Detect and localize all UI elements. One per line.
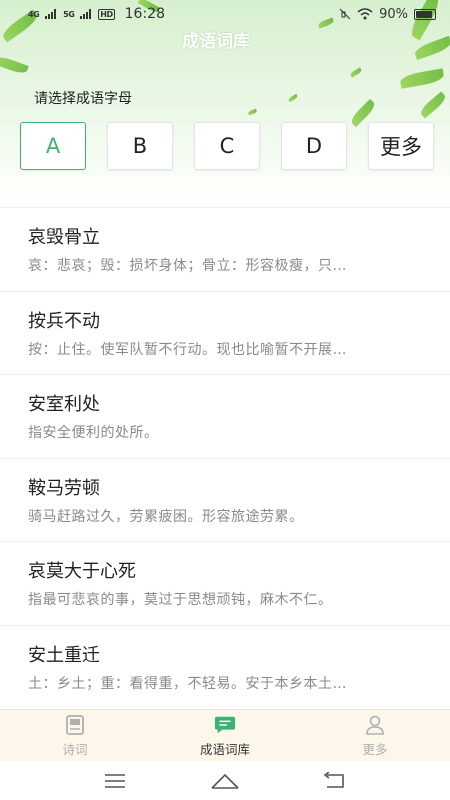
list-item[interactable]: 安土重迁 土：乡土；重：看得重，不轻易。安于本乡本土…	[0, 624, 450, 708]
idiom-description: 按：止住。使军队暂不行动。现也比喻暂不开展…	[28, 341, 347, 358]
chat-bubble-icon	[214, 714, 236, 736]
bamboo-leaf-decoration	[418, 91, 448, 119]
bamboo-leaf-decoration	[0, 54, 29, 76]
idiom-description: 哀：悲哀；毁：损坏身体；骨立：形容极瘦，只…	[28, 258, 347, 274]
bamboo-leaf-decoration	[247, 108, 258, 116]
home-icon[interactable]	[210, 769, 240, 793]
list-item[interactable]: 按兵不动 按：止住。使军队暂不行动。现也比喻暂不开展…	[0, 290, 450, 374]
wifi-icon	[357, 8, 373, 20]
page-title: 成语词库	[182, 32, 250, 52]
idiom-description: 土：乡土；重：看得重，不轻易。安于本乡本土…	[28, 675, 347, 692]
nav-item-more[interactable]: 更多	[300, 714, 450, 758]
letter-button-c[interactable]: C	[194, 122, 260, 170]
letter-prompt: 请选择成语字母	[34, 91, 132, 107]
idiom-description: 指安全便利的处所。	[28, 425, 159, 441]
battery-level	[416, 10, 433, 18]
idiom-title: 哀毁骨立	[28, 227, 100, 248]
battery-percent: 90%	[379, 6, 408, 22]
battery-icon	[414, 8, 436, 20]
clock-time: 16:28	[124, 6, 165, 22]
back-icon[interactable]	[320, 769, 350, 793]
idiom-title: 按兵不动	[28, 310, 100, 332]
hd-badge-icon: HD	[98, 8, 115, 20]
signal-bars-icon	[80, 9, 92, 19]
bamboo-leaf-decoration	[399, 68, 445, 89]
letter-picker: A B C D 更多	[20, 122, 434, 170]
book-icon	[64, 714, 86, 736]
nav-item-poetry[interactable]: 诗词	[0, 714, 150, 758]
user-icon	[364, 714, 386, 736]
nav-label: 成语词库	[199, 741, 250, 757]
signal-4g-icon: 4G	[28, 9, 40, 19]
status-right: 90%	[339, 7, 436, 22]
nav-label: 诗词	[62, 741, 88, 757]
idiom-title: 安土重迁	[28, 644, 100, 666]
mute-icon	[339, 8, 351, 20]
menu-icon[interactable]	[100, 769, 130, 793]
bamboo-leaf-decoration	[287, 93, 299, 103]
list-item[interactable]: 安室利处 指安全便利的处所。	[0, 374, 450, 458]
nav-label: 更多	[362, 741, 388, 757]
bottom-nav: 诗词 成语词库 更多	[0, 709, 450, 761]
status-left: 4G 5G HD 16:28	[28, 6, 165, 22]
list-item[interactable]: 鞍马劳顿 骑马赶路过久，劳累疲困。形容旅途劳累。	[0, 457, 450, 541]
idiom-title: 安室利处	[28, 394, 100, 415]
idiom-description: 骑马赶路过久，劳累疲困。形容旅途劳累。	[28, 508, 304, 525]
system-navigation-bar	[0, 761, 450, 800]
list-item[interactable]: 哀莫大于心死 指最可悲哀的事，莫过于思想顽钝，麻木不仁。	[0, 541, 450, 625]
letter-button-a[interactable]: A	[20, 122, 86, 170]
bamboo-leaf-decoration	[349, 67, 363, 78]
letter-button-more[interactable]: 更多	[368, 122, 434, 170]
letter-button-b[interactable]: B	[107, 122, 173, 170]
idiom-title: 哀莫大于心死	[28, 561, 136, 582]
idiom-title: 鞍马劳顿	[28, 477, 100, 499]
idiom-description: 指最可悲哀的事，莫过于思想顽钝，麻木不仁。	[28, 592, 333, 608]
signal-5g-icon: 5G	[63, 9, 75, 19]
signal-bars-icon	[45, 9, 57, 19]
letter-button-d[interactable]: D	[281, 122, 347, 170]
nav-item-idioms[interactable]: 成语词库	[150, 714, 300, 758]
status-bar: 4G 5G HD 16:28 90%	[0, 0, 450, 28]
list-item[interactable]: 哀毁骨立 哀：悲哀；毁：损坏身体；骨立：形容极瘦，只…	[0, 207, 450, 291]
idiom-list: 哀毁骨立 哀：悲哀；毁：损坏身体；骨立：形容极瘦，只… 按兵不动 按：止住。使军…	[0, 207, 450, 709]
